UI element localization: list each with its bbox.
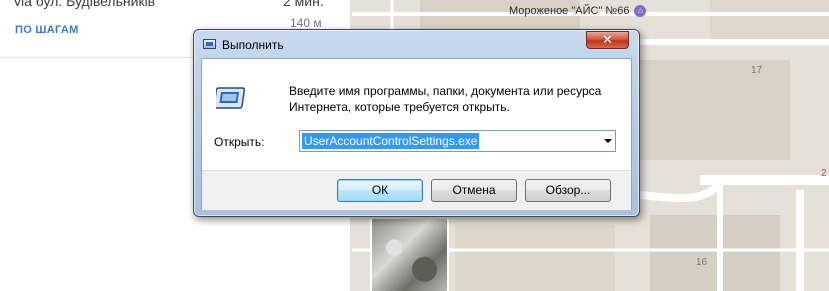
map-poi[interactable]: Мороженое "АЙС" №66 ⌂	[509, 5, 647, 17]
route-time: 2 мин.	[283, 0, 324, 9]
run-icon	[203, 39, 216, 49]
route-distance: 140 м	[290, 16, 322, 30]
house-number: 17	[751, 65, 763, 76]
step-by-step-link[interactable]: ПО ШАГАМ	[15, 24, 79, 36]
dialog-title: Выполнить	[222, 38, 284, 52]
close-button[interactable]: ✕	[586, 31, 629, 49]
dialog-description: Введите имя программы, папки, документа …	[289, 83, 619, 115]
route-via-text: via бул. Будівельників	[14, 0, 156, 9]
cancel-button[interactable]: Отмена	[431, 179, 517, 202]
ice-cream-shop-icon: ⌂	[634, 5, 647, 17]
house-number: 2	[821, 168, 827, 179]
dialog-body: Введите имя программы, папки, документа …	[201, 58, 632, 210]
run-program-icon	[216, 87, 246, 109]
ok-button[interactable]: ОК	[337, 179, 423, 202]
dialog-titlebar[interactable]: Выполнить ✕	[194, 30, 639, 58]
open-label: Открыть:	[214, 135, 265, 149]
description-line: Интернета, которые требуется открыть.	[289, 100, 510, 114]
poi-label: Мороженое "АЙС" №66	[509, 5, 630, 17]
run-dialog: Выполнить ✕ Введите имя программы, папки…	[193, 29, 640, 217]
description-line: Введите имя программы, папки, документа …	[289, 84, 602, 98]
house-number: 16	[696, 257, 708, 268]
dropdown-arrow-icon[interactable]	[604, 139, 612, 143]
dialog-button-bar: ОК Отмена Обзор...	[202, 170, 631, 210]
browse-button[interactable]: Обзор...	[525, 179, 611, 202]
open-combobox[interactable]: UserAccountControlSettings.exe	[299, 130, 616, 152]
street-photo-thumbnail[interactable]	[370, 219, 449, 291]
open-input-value[interactable]: UserAccountControlSettings.exe	[302, 133, 480, 149]
